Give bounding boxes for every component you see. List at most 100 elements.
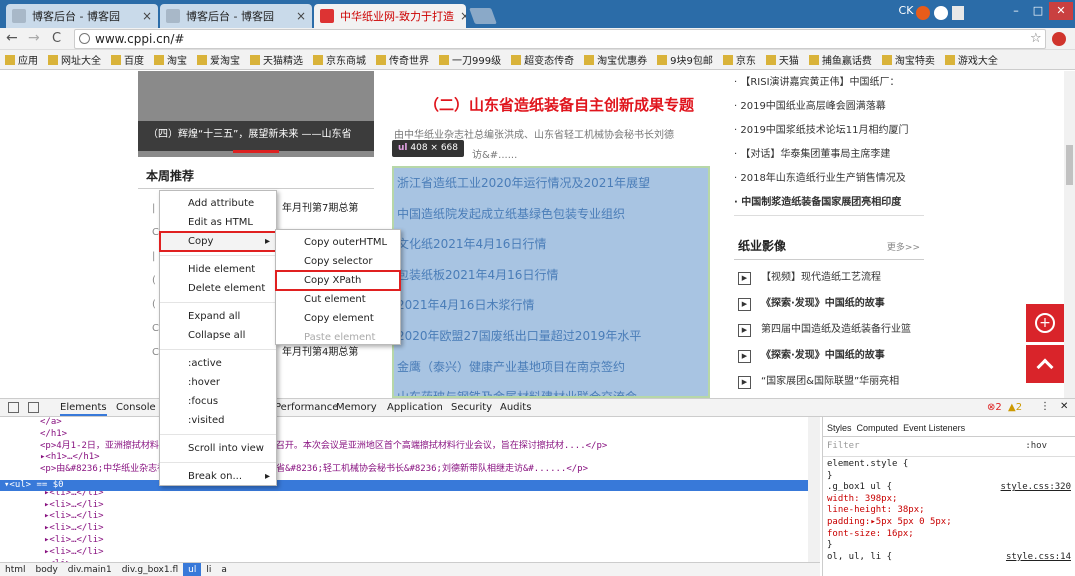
bookmark-item[interactable]: 超变态传奇 [506, 52, 579, 67]
breadcrumb-item[interactable]: ul [183, 562, 202, 576]
news-link[interactable]: 包装纸板2021年4月16日行情 [394, 260, 708, 291]
context-menu-item[interactable]: Expand all [160, 307, 276, 326]
news-link[interactable]: · 2019中国浆纸技术论坛11月相约厦门 [734, 119, 924, 143]
context-menu-item[interactable]: Edit as HTML [160, 213, 276, 232]
bookmark-item[interactable]: 传奇世界 [371, 52, 434, 67]
photo-caption[interactable]: （四）辉煌“十三五”，展望新未来 ——山东省 [138, 121, 374, 151]
page-scrollbar[interactable] [1064, 71, 1075, 398]
minimize-button[interactable]: – [1005, 2, 1027, 20]
breadcrumb-item[interactable]: div.main1 [63, 563, 117, 576]
context-menu-item[interactable]: Collapse all [160, 326, 276, 345]
news-link[interactable]: · 中国制浆造纸装备国家展团亮相印度 [734, 191, 924, 215]
device-toggle-icon[interactable] [28, 402, 39, 413]
styles-filter-input[interactable]: Filter:hov [823, 437, 1075, 457]
context-menu-item[interactable]: Scroll into view [160, 439, 276, 458]
style-line[interactable]: line-height: 38px; [827, 505, 1071, 517]
breadcrumb-item[interactable]: a [216, 563, 232, 576]
news-link[interactable]: · 【RISI演讲嘉宾黄正伟】中国纸厂： [734, 71, 924, 95]
news-link[interactable]: 文化纸2021年4月16日行情 [394, 229, 708, 260]
tab-computed[interactable]: Computed [857, 423, 899, 433]
context-menu-item[interactable]: :hover [160, 373, 276, 392]
style-line[interactable]: element.style { [827, 459, 1071, 471]
dom-node-line[interactable]: ▸<li>…</li> [0, 511, 820, 523]
news-link[interactable]: 金鹰（泰兴）健康产业基地项目在南京签约 [394, 352, 708, 383]
copy-submenu-item[interactable]: Cut element [276, 290, 400, 309]
bookmark-item[interactable]: 京东商城 [308, 52, 371, 67]
bookmark-star-icon[interactable]: ☆ [1030, 31, 1042, 46]
tab-security[interactable]: Security [451, 402, 492, 413]
extension-badge-icon[interactable] [1052, 32, 1066, 46]
context-menu-item[interactable]: Add attribute [160, 194, 276, 213]
add-button[interactable]: + [1026, 304, 1064, 342]
context-menu-item[interactable]: :active [160, 354, 276, 373]
more-link[interactable]: 更多>> [887, 240, 920, 253]
close-window-button[interactable]: ✕ [1049, 2, 1073, 20]
breadcrumb-item[interactable]: body [31, 563, 63, 576]
context-menu-item[interactable]: :visited [160, 411, 276, 430]
news-link[interactable]: 山东药玻与钢铁及金属材料建材业联合交流会 [394, 382, 708, 396]
style-line[interactable]: } [827, 471, 1071, 483]
news-link[interactable]: 浙江省造纸工业2020年运行情况及2021年展望 [394, 168, 708, 199]
style-line[interactable]: } [827, 540, 1071, 552]
news-link[interactable]: · 【对话】华泰集团董事局主席李建 [734, 143, 924, 167]
dom-node-line[interactable]: <p>由&#8236;中华纸业杂志社总编张洪成&#8236;、山东省&#8236… [0, 464, 820, 476]
url-input[interactable]: www.cppi.cn/# [74, 29, 1046, 49]
bookmark-item[interactable]: 淘宝优惠券 [579, 52, 652, 67]
bookmark-item[interactable]: 爱淘宝 [192, 52, 245, 67]
tab-cppi[interactable]: 中华纸业网-致力于打造 × [314, 4, 466, 28]
bookmark-item[interactable]: 淘宝 [149, 52, 192, 67]
news-link[interactable]: · 2019中国纸业高层峰会圆满落幕 [734, 95, 924, 119]
extension-icon[interactable] [916, 6, 930, 20]
bookmark-item[interactable]: 一刀999级 [434, 52, 506, 67]
dom-node-line[interactable]: ▸<h1>…</h1> [0, 452, 820, 464]
tab-console[interactable]: Console [116, 402, 156, 413]
bookmark-item[interactable]: 捕鱼赢话费 [804, 52, 877, 67]
copy-submenu-item[interactable]: Copy outerHTML [276, 233, 400, 252]
profile-label[interactable]: CK [898, 2, 914, 20]
close-devtools-icon[interactable]: ✕ [1060, 401, 1068, 412]
context-menu-item[interactable]: Copy ▸ [159, 231, 277, 252]
bookmark-item[interactable]: 9块9包邮 [652, 52, 718, 67]
breadcrumb-item[interactable]: li [201, 563, 216, 576]
dom-node-line[interactable]: ▸<li>…</li> [0, 523, 820, 535]
video-link[interactable]: ▶ “国家展团&国际联盟”华丽亮相 [738, 369, 928, 395]
dom-node-line[interactable]: <p>4月1-2日，亚洲擦拭材料及高端擦拭用纸峰会议在东莞召开。本次会议是亚洲地… [0, 441, 820, 453]
copy-submenu-item[interactable]: Copy element [276, 309, 400, 328]
forward-button[interactable]: → [28, 30, 40, 46]
inspect-icon[interactable] [8, 402, 19, 413]
copy-submenu-item[interactable]: Copy selector [276, 252, 400, 271]
bookmark-item[interactable]: 天猫 [761, 52, 804, 67]
dom-node-line[interactable]: ▸<li>…</li> [0, 500, 820, 512]
context-menu-item[interactable]: Break on... ▸ [160, 467, 276, 486]
news-link[interactable]: 中国造纸院发起成立纸基绿色包装专业组织 [394, 199, 708, 230]
tab-blog-admin-2[interactable]: 博客后台 - 博客园 × [160, 4, 312, 28]
tab-performance[interactable]: Performance [275, 402, 338, 413]
bookmark-item[interactable]: 京东 [718, 52, 761, 67]
tab-memory[interactable]: Memory [336, 402, 377, 413]
bookmark-item[interactable]: 网址大全 [43, 52, 106, 67]
news-link[interactable]: · 2018年山东造纸行业生产销售情况及 [734, 167, 924, 191]
maximize-button[interactable]: □ [1027, 2, 1049, 20]
video-link[interactable]: ▶ 《探索·发现》中国纸的故事 [738, 343, 928, 369]
copy-submenu-item[interactable]: Copy XPath [275, 270, 401, 291]
elements-scrollbar[interactable] [808, 417, 820, 562]
breadcrumb-item[interactable]: html [0, 563, 31, 576]
warning-count[interactable]: ▲2 [1008, 402, 1022, 413]
close-tab-icon[interactable]: × [454, 9, 466, 23]
close-tab-icon[interactable]: × [290, 9, 306, 23]
dom-node-line[interactable]: </h1> [0, 429, 820, 441]
tab-elements[interactable]: Elements [60, 402, 107, 416]
video-link[interactable]: ▶ 《探索·发现》中国纸的故事 [738, 291, 928, 317]
scrollbar-thumb[interactable] [1066, 145, 1073, 185]
video-link[interactable]: ▶ 【视频】现代造纸工艺流程 [738, 265, 928, 291]
close-tab-icon[interactable]: × [136, 9, 152, 23]
context-menu-item[interactable]: Hide element [160, 260, 276, 279]
help-icon[interactable] [934, 6, 948, 20]
dom-node-line[interactable]: ▸<li>…</li> [0, 535, 820, 547]
style-line[interactable]: font-size: 16px; [827, 529, 1071, 541]
selected-node[interactable]: ▾<ul> == $0 [0, 480, 820, 491]
lock-icon[interactable] [952, 6, 964, 20]
hover-toggle[interactable]: :hov [1025, 441, 1047, 451]
breadcrumb-item[interactable]: div.g_box1.fl [117, 563, 183, 576]
context-menu-item[interactable]: :focus [160, 392, 276, 411]
